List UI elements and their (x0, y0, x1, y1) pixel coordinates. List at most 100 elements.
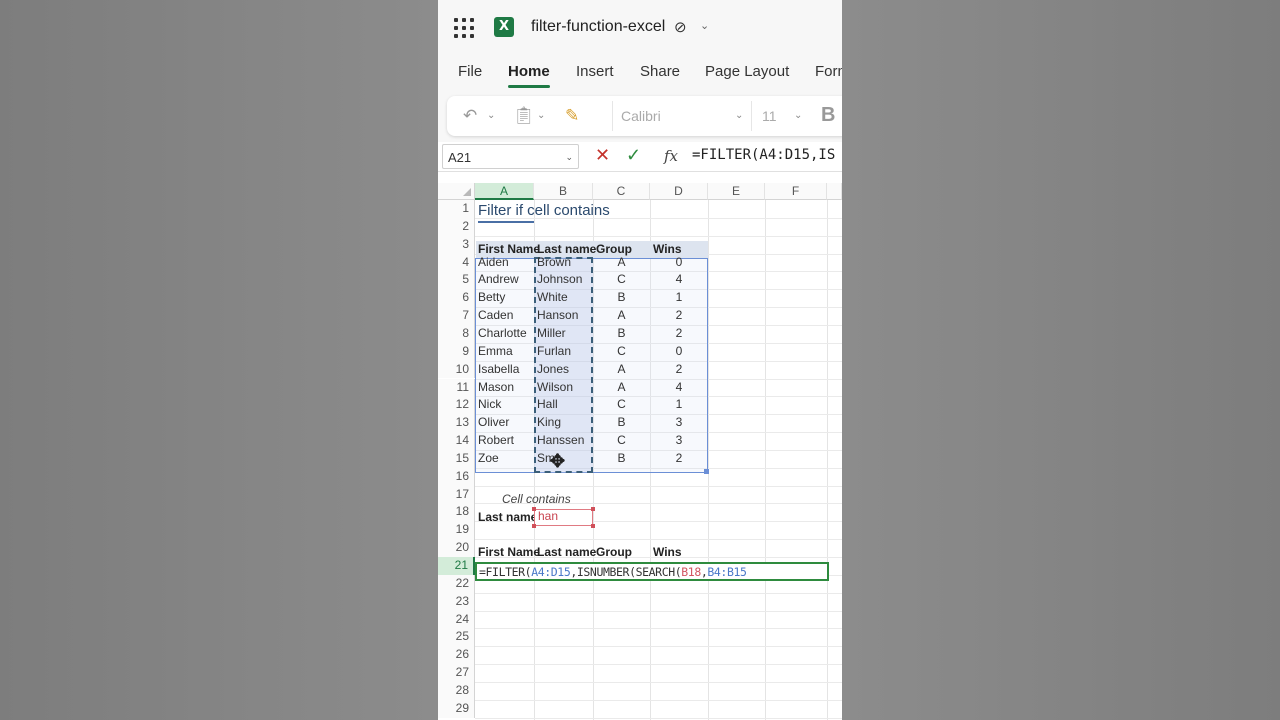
tab-home[interactable]: Home (508, 63, 550, 80)
tab-insert[interactable]: Insert (576, 63, 614, 80)
table-cell[interactable]: Caden (478, 307, 513, 325)
row-header[interactable]: 27 (438, 664, 475, 682)
insert-function-icon[interactable]: fx (664, 147, 678, 165)
table-cell[interactable]: Nick (478, 396, 501, 414)
table-cell[interactable]: 0 (650, 343, 708, 361)
table-cell[interactable]: Emma (478, 343, 513, 361)
font-size-dropdown[interactable]: 11 ⌄ (752, 101, 812, 131)
row-header[interactable]: 7 (438, 307, 475, 325)
table-cell[interactable]: Isabella (478, 361, 519, 379)
table-cell[interactable]: A (593, 379, 650, 397)
table-cell[interactable]: Betty (478, 289, 505, 307)
row-header[interactable]: 6 (438, 289, 475, 308)
cancel-icon[interactable]: ✕ (595, 145, 610, 166)
tab-share[interactable]: Share (640, 63, 680, 80)
row-header[interactable]: 9 (438, 342, 475, 361)
formula-input[interactable]: =FILTER(A4:D15,IS (692, 147, 835, 163)
result-header-wins[interactable]: Wins (653, 544, 682, 562)
name-box-chevron-icon[interactable]: ⌄ (565, 152, 573, 163)
row-header[interactable]: 19 (438, 521, 475, 540)
active-cell-editor[interactable]: =FILTER(A4:D15,ISNUMBER(SEARCH(B18,B4:B1… (475, 562, 829, 581)
column-header-b[interactable]: B (534, 183, 593, 200)
result-header-group[interactable]: Group (596, 544, 632, 562)
table-cell[interactable]: Andrew (478, 271, 519, 289)
bold-button[interactable]: B (821, 104, 835, 127)
table-cell[interactable]: 3 (650, 432, 708, 450)
row-header[interactable]: 5 (438, 271, 475, 290)
table-cell[interactable]: 4 (650, 271, 708, 289)
row-header[interactable]: 10 (438, 360, 475, 379)
table-cell[interactable]: Oliver (478, 414, 509, 432)
undo-chevron-icon[interactable]: ⌄ (487, 110, 495, 121)
table-cell[interactable]: Wilson (537, 379, 573, 397)
row-header[interactable]: 8 (438, 324, 475, 343)
saved-status-icon[interactable]: ⊘ (674, 18, 687, 36)
table-cell[interactable]: Charlotte (478, 325, 527, 343)
table-cell[interactable]: Hanssen (537, 432, 584, 450)
table-cell[interactable]: A (593, 361, 650, 379)
row-header[interactable]: 12 (438, 396, 475, 415)
column-header-c[interactable]: C (593, 183, 650, 200)
row-header[interactable]: 17 (438, 485, 475, 504)
row-header[interactable]: 25 (438, 628, 475, 647)
row-header[interactable]: 28 (438, 681, 475, 700)
table-cell[interactable]: B (593, 289, 650, 307)
row-header[interactable]: 29 (438, 699, 475, 718)
range-fill-handle[interactable] (704, 469, 709, 474)
column-header-d[interactable]: D (650, 183, 708, 200)
table-cell[interactable]: B (593, 325, 650, 343)
row-header[interactable]: 11 (438, 378, 475, 397)
table-cell[interactable]: 1 (650, 289, 708, 307)
enter-check-icon[interactable]: ✓ (626, 145, 641, 166)
chevron-down-icon[interactable]: ⌄ (700, 19, 709, 32)
table-cell[interactable]: C (593, 432, 650, 450)
table-cell[interactable]: Hanson (537, 307, 578, 325)
table-cell[interactable]: Robert (478, 432, 514, 450)
table-cell[interactable]: 3 (650, 414, 708, 432)
row-header[interactable]: 16 (438, 467, 475, 486)
table-cell[interactable]: Furlan (537, 343, 571, 361)
row-header[interactable]: 22 (438, 574, 475, 593)
table-cell[interactable]: B (593, 450, 650, 468)
column-header-f[interactable]: F (765, 183, 827, 200)
format-painter-icon[interactable]: ✎ (565, 106, 579, 126)
sheet-title[interactable]: Filter if cell contains (478, 202, 610, 219)
column-header-e[interactable]: E (708, 183, 765, 200)
row-header[interactable]: 13 (438, 414, 475, 433)
row-header[interactable]: 24 (438, 610, 475, 629)
row-header[interactable]: 15 (438, 449, 475, 468)
table-cell[interactable]: C (593, 343, 650, 361)
table-cell[interactable]: 2 (650, 361, 708, 379)
criteria-label[interactable]: Last name (478, 509, 537, 527)
table-cell[interactable]: Brown (537, 254, 571, 272)
document-title[interactable]: filter-function-excel (531, 18, 665, 36)
table-cell[interactable]: 4 (650, 379, 708, 397)
table-cell[interactable]: 2 (650, 450, 708, 468)
column-header-g[interactable] (827, 183, 842, 200)
select-all-corner[interactable] (438, 183, 475, 200)
table-cell[interactable]: Miller (537, 325, 566, 343)
table-cell[interactable]: 2 (650, 307, 708, 325)
row-header[interactable]: 20 (438, 539, 475, 557)
table-cell[interactable]: 0 (650, 254, 708, 272)
table-cell[interactable]: C (593, 271, 650, 289)
table-cell[interactable]: Johnson (537, 271, 582, 289)
row-header[interactable]: 2 (438, 217, 475, 236)
table-cell[interactable]: B (593, 414, 650, 432)
undo-icon[interactable]: ↶ (463, 106, 477, 126)
table-cell[interactable]: 2 (650, 325, 708, 343)
app-launcher-icon[interactable] (454, 18, 474, 38)
table-cell[interactable]: C (593, 396, 650, 414)
table-cell[interactable]: A (593, 307, 650, 325)
tab-formulas[interactable]: Form (815, 63, 842, 80)
table-cell[interactable]: Mason (478, 379, 514, 397)
table-cell[interactable]: White (537, 289, 568, 307)
table-cell[interactable]: Jones (537, 361, 569, 379)
criteria-caption[interactable]: Cell contains (502, 491, 571, 509)
row-header[interactable]: 23 (438, 592, 475, 611)
name-box[interactable]: A21 ⌄ (442, 144, 579, 169)
result-header-last-name[interactable]: Last name (537, 544, 596, 562)
table-cell[interactable]: A (593, 254, 650, 272)
row-header[interactable]: 14 (438, 432, 475, 450)
row-header[interactable]: 21 (438, 557, 475, 575)
